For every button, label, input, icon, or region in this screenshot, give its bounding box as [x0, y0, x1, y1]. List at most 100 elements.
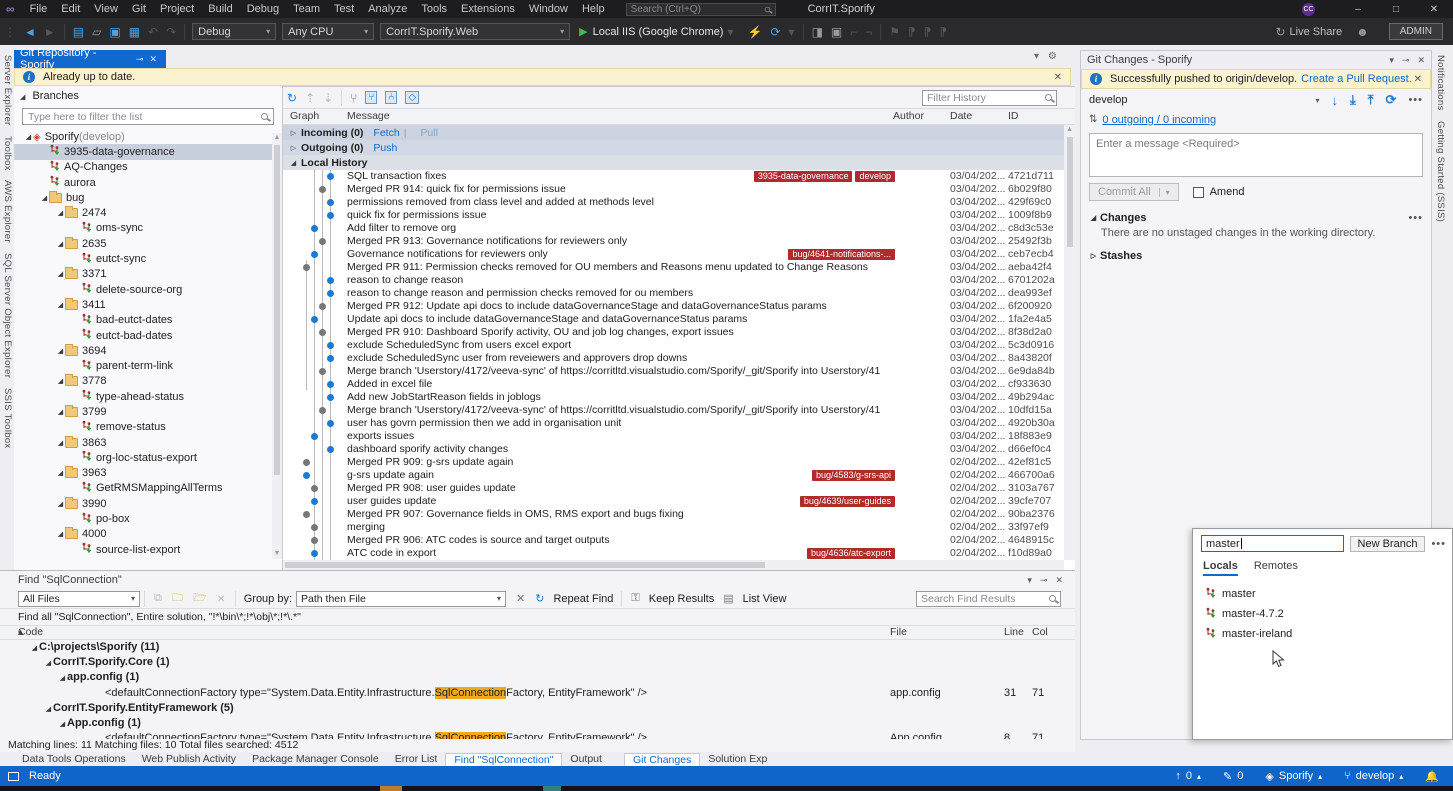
bottom-tab-git-changes[interactable]: Git Changes — [624, 753, 700, 766]
side-tab-sql-server-object-explorer[interactable]: SQL Server Object Explorer — [2, 253, 13, 378]
tree-item-4000[interactable]: ◢4000 — [14, 527, 282, 542]
commit-row[interactable]: Add filter to remove org03/04/202...c8d3… — [283, 222, 1075, 235]
collapse-branches-icon[interactable]: ◢ — [20, 94, 25, 101]
pull-icon[interactable]: ⤓ — [1350, 92, 1356, 108]
tree-item-3694[interactable]: ◢3694 — [14, 343, 282, 358]
expander-icon[interactable]: ◢ — [56, 347, 65, 355]
col-line[interactable]: Line — [1004, 626, 1024, 638]
menu-edit[interactable]: Edit — [54, 0, 87, 18]
branch-badge[interactable]: bug/4636/atc-export — [807, 548, 895, 559]
bottom-tab-output[interactable]: Output — [562, 753, 610, 765]
expander-icon[interactable]: ◢ — [56, 240, 65, 248]
find-scope-dropdown[interactable]: All Files▾ — [18, 591, 140, 607]
commit-row[interactable]: g-srs update againbug/4583/g-srs-api02/0… — [283, 469, 1075, 482]
fetch-icon[interactable]: ↓ — [1332, 93, 1339, 108]
show-tags-icon[interactable]: ◇ — [405, 91, 419, 104]
quick-search-input[interactable]: Search (Ctrl+Q) — [626, 3, 776, 16]
close-tab-icon[interactable]: ✕ — [146, 54, 160, 65]
branches-scrollbar[interactable]: ▲▼ — [272, 133, 282, 559]
navigate-forward-icon[interactable]: ► — [44, 25, 56, 39]
tree-item-3990[interactable]: ◢3990 — [14, 496, 282, 511]
menu-git[interactable]: Git — [125, 0, 153, 18]
col-col[interactable]: Col — [1032, 626, 1048, 638]
menu-tools[interactable]: Tools — [414, 0, 454, 18]
col-file[interactable]: File — [890, 626, 907, 638]
menu-window[interactable]: Window — [522, 0, 575, 18]
expander-icon[interactable]: ◢ — [40, 194, 49, 202]
branch-badge[interactable]: bug/4583/g-srs-api — [812, 470, 895, 481]
show-first-parent-icon[interactable]: ⑂ — [365, 91, 377, 104]
find-group-row[interactable]: ◢ CorrIT.Sporify.Core (1) — [0, 655, 1075, 670]
stop-icon[interactable]: ✕ — [516, 592, 525, 605]
side-tab-notifications[interactable]: Notifications — [1435, 55, 1446, 111]
commit-row[interactable]: Merge branch 'Userstory/4172/veeva-sync'… — [283, 404, 1075, 417]
expander-icon[interactable]: ◢ — [56, 270, 65, 278]
commit-row[interactable]: user guides updatebug/4639/user-guides02… — [283, 495, 1075, 508]
tree-item-delete-source-org[interactable]: delete-source-org — [14, 282, 282, 297]
commit-row[interactable]: exclude ScheduledSync user from reveiewe… — [283, 352, 1075, 365]
dismiss-info-icon[interactable]: ✕ — [1414, 74, 1422, 85]
start-debugging-button[interactable]: ▶ Local IIS (Google Chrome) ▾ — [579, 25, 737, 39]
navigate-back-icon[interactable]: ◄ — [24, 25, 36, 39]
filter-history-input[interactable]: Filter History — [922, 90, 1057, 106]
tree-item-source-list-export[interactable]: source-list-export — [14, 542, 282, 557]
push-link[interactable]: Push — [373, 142, 397, 154]
list-view-icon[interactable]: ▤ — [723, 592, 733, 605]
tree-item-3411[interactable]: ◢3411 — [14, 297, 282, 312]
menu-team[interactable]: Team — [286, 0, 327, 18]
changes-section-header[interactable]: ◢ Changes ••• — [1081, 207, 1431, 226]
local-history-section[interactable]: ◢ Local History — [283, 155, 1075, 170]
find-in-files-icon[interactable]: ◨ — [812, 25, 823, 39]
incoming-section[interactable]: ▷ Incoming (0) Fetch | Pull — [283, 125, 1075, 140]
find-group-row[interactable]: ◢ app.config (1) — [0, 670, 1075, 685]
commit-row[interactable]: reason to change reason and permission c… — [283, 287, 1075, 300]
live-share-label[interactable]: Live Share — [1290, 26, 1343, 38]
menu-help[interactable]: Help — [575, 0, 612, 18]
live-share-icon[interactable]: ↻ — [1275, 25, 1285, 39]
bottom-tab-solution-exp[interactable]: Solution Exp — [700, 753, 775, 765]
expander-icon[interactable]: ◢ — [58, 671, 67, 685]
popup-branch-master[interactable]: master — [1193, 584, 1452, 604]
menu-analyze[interactable]: Analyze — [361, 0, 414, 18]
tree-item-aq-changes[interactable]: AQ-Changes — [14, 160, 282, 175]
expander-icon[interactable]: ◢ — [44, 656, 53, 670]
commit-row[interactable]: reason to change reason03/04/202...67012… — [283, 274, 1075, 287]
commit-row[interactable]: Merged PR 909: g-srs update again02/04/2… — [283, 456, 1075, 469]
commit-row[interactable]: user has govrn permission then we add in… — [283, 417, 1075, 430]
commit-row[interactable]: dashboard sporify activity changes03/04/… — [283, 443, 1075, 456]
open-file-icon[interactable]: ▱ — [92, 25, 101, 39]
lock-icon[interactable]: ⚿ — [631, 592, 639, 605]
close-panel-icon[interactable]: ✕ — [1055, 575, 1063, 586]
fetch-link[interactable]: Fetch — [373, 127, 399, 139]
create-pull-request-link[interactable]: Create a Pull Request. — [1301, 73, 1412, 85]
hot-reload-icon[interactable]: ⚡ — [748, 25, 763, 39]
col-author[interactable]: Author — [893, 110, 924, 122]
tree-item-eutct-bad-dates[interactable]: eutct-bad-dates — [14, 328, 282, 343]
go-down-icon[interactable]: ⇣ — [323, 91, 333, 105]
commit-row[interactable]: SQL transaction fixes3935-data-governanc… — [283, 170, 1075, 183]
panel-dropdown-icon[interactable]: ▾ — [1034, 51, 1039, 62]
tree-item-3963[interactable]: ◢3963 — [14, 466, 282, 481]
new-branch-button[interactable]: New Branch — [1350, 536, 1426, 552]
pull-link[interactable]: Pull — [420, 127, 438, 139]
tree-item-sporify[interactable]: ◢◈Sporify (develop) — [14, 129, 282, 144]
side-tab-getting-started-ssis-[interactable]: Getting Started (SSIS) — [1435, 121, 1446, 222]
current-branch[interactable]: ⑂develop▴ — [1344, 770, 1403, 782]
tree-item-getrmsmappingallterms[interactable]: GetRMSMappingAllTerms — [14, 481, 282, 496]
tree-item-aurora[interactable]: aurora — [14, 175, 282, 190]
side-tab-toolbox[interactable]: Toolbox — [2, 136, 13, 171]
dismiss-info-icon[interactable]: ✕ — [1054, 72, 1062, 83]
configuration-dropdown[interactable]: Debug▾ — [192, 23, 276, 40]
tree-item-3371[interactable]: ◢3371 — [14, 267, 282, 282]
commit-message-input[interactable]: Enter a message <Required> — [1089, 133, 1423, 177]
popup-tab-remotes[interactable]: Remotes — [1254, 560, 1298, 576]
group-by-dropdown[interactable]: Path then File▾ — [296, 591, 506, 607]
col-code[interactable]: Code ▴ — [18, 626, 23, 638]
find-match-row[interactable]: <defaultConnectionFactory type="System.D… — [0, 686, 1075, 701]
close-button[interactable]: ✕ — [1415, 0, 1453, 18]
bottom-tab-web-publish-activity[interactable]: Web Publish Activity — [134, 753, 244, 765]
tree-item-3935-data-governance[interactable]: 3935-data-governance — [14, 144, 282, 159]
git-changes-more-icon[interactable]: ••• — [1408, 94, 1423, 106]
refresh-history-icon[interactable]: ↻ — [287, 91, 297, 105]
outgoing-section[interactable]: ▷ Outgoing (0) Push — [283, 140, 1075, 155]
